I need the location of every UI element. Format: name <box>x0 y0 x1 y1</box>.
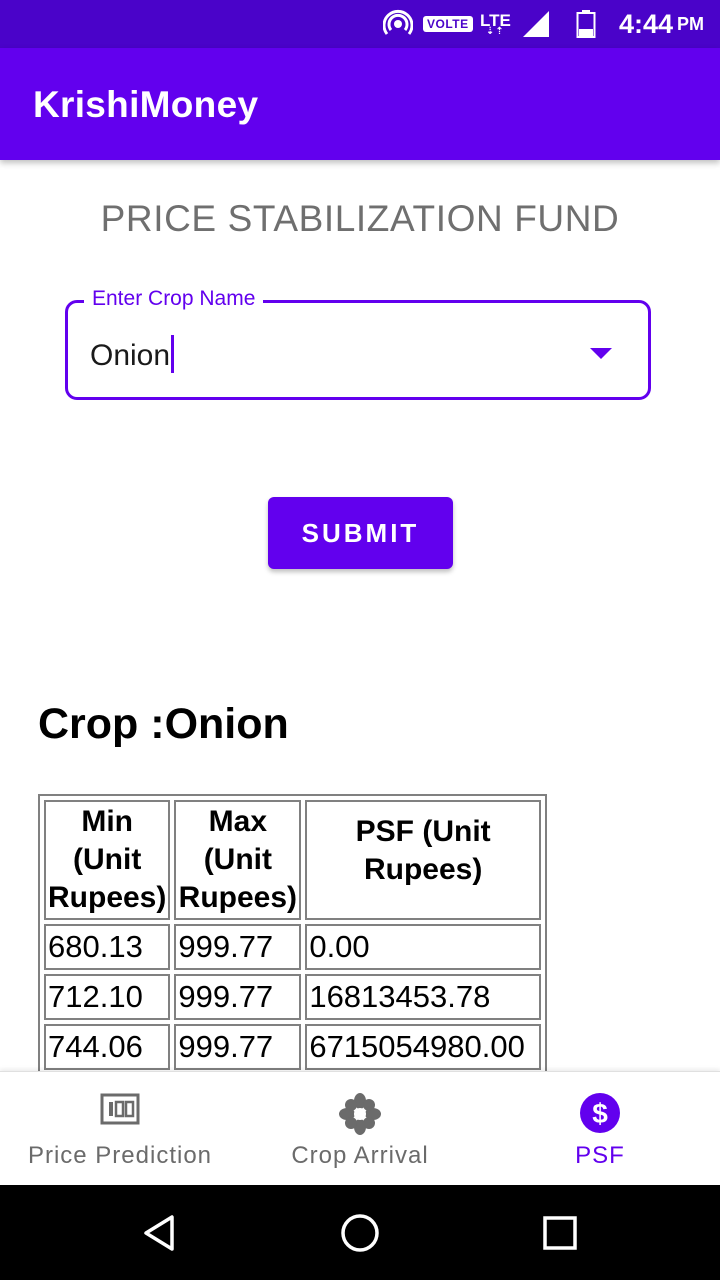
table-header-row: Min (Unit Rupees) Max (Unit Rupees) PSF … <box>44 800 541 920</box>
result-heading: Crop :Onion <box>38 700 289 748</box>
svg-text:$: $ <box>592 1098 608 1129</box>
cell-psf: 0.00 <box>305 924 541 970</box>
psf-table: Min (Unit Rupees) Max (Unit Rupees) PSF … <box>38 794 547 1074</box>
nav-item-crop-arrival[interactable]: Crop Arrival <box>240 1072 480 1186</box>
system-navigation-bar <box>0 1185 720 1280</box>
submit-button[interactable]: SUBMIT <box>268 497 453 569</box>
app-title: KrishiMoney <box>33 84 259 125</box>
status-bar: VOLTE LTE ⇣⇡ 4:44 PM <box>0 0 720 48</box>
table-row: 744.06 999.77 6715054980.00 <box>44 1024 541 1070</box>
back-icon[interactable] <box>110 1185 210 1280</box>
cell-min: 712.10 <box>44 974 171 1020</box>
text-cursor <box>171 335 175 373</box>
clock: 4:44 PM <box>618 8 704 39</box>
dollar-icon: $ <box>480 1092 720 1136</box>
cell-max: 999.77 <box>174 924 302 970</box>
nav-label: PSF <box>575 1142 625 1169</box>
home-icon[interactable] <box>310 1185 410 1280</box>
dropdown-arrow-icon[interactable] <box>590 348 612 359</box>
battery-icon <box>576 0 596 48</box>
bottom-navigation: Price Prediction Crop Arrival $ PSF <box>0 1071 720 1186</box>
nav-label: Crop Arrival <box>291 1142 429 1169</box>
recents-icon[interactable] <box>510 1185 610 1280</box>
crop-name-dropdown[interactable]: Enter Crop Name Onion <box>65 287 651 400</box>
cell-min: 680.13 <box>44 924 171 970</box>
nav-item-psf[interactable]: $ PSF <box>480 1072 720 1186</box>
crop-name-input[interactable]: Onion <box>90 335 175 373</box>
cell-psf: 6715054980.00 <box>305 1024 541 1070</box>
col-header-min: Min (Unit Rupees) <box>44 800 171 920</box>
volte-badge: VOLTE <box>423 16 473 32</box>
page-title: PRICE STABILIZATION FUND <box>100 198 620 239</box>
crop-name-label: Enter Crop Name <box>84 287 264 311</box>
cell-psf: 16813453.78 <box>305 974 541 1020</box>
col-header-psf: PSF (Unit Rupees) <box>305 800 541 920</box>
cell-max: 999.77 <box>174 974 302 1020</box>
network-type: LTE ⇣⇡ <box>480 10 511 37</box>
nav-item-price-prediction[interactable]: Price Prediction <box>0 1072 240 1186</box>
nav-label: Price Prediction <box>27 1142 213 1169</box>
psf-table-container: Min (Unit Rupees) Max (Unit Rupees) PSF … <box>38 794 547 1074</box>
cell-max: 999.77 <box>174 1024 302 1070</box>
cell-min: 744.06 <box>44 1024 171 1070</box>
signal-icon <box>521 0 551 48</box>
table-row: 680.13 999.77 0.00 <box>44 924 541 970</box>
hotspot-icon <box>383 0 413 48</box>
table-row: 712.10 999.77 16813453.78 <box>44 974 541 1020</box>
col-header-max: Max (Unit Rupees) <box>174 800 302 920</box>
counter-icon <box>0 1092 240 1136</box>
flower-icon <box>240 1092 480 1136</box>
app-bar: KrishiMoney <box>0 48 720 160</box>
